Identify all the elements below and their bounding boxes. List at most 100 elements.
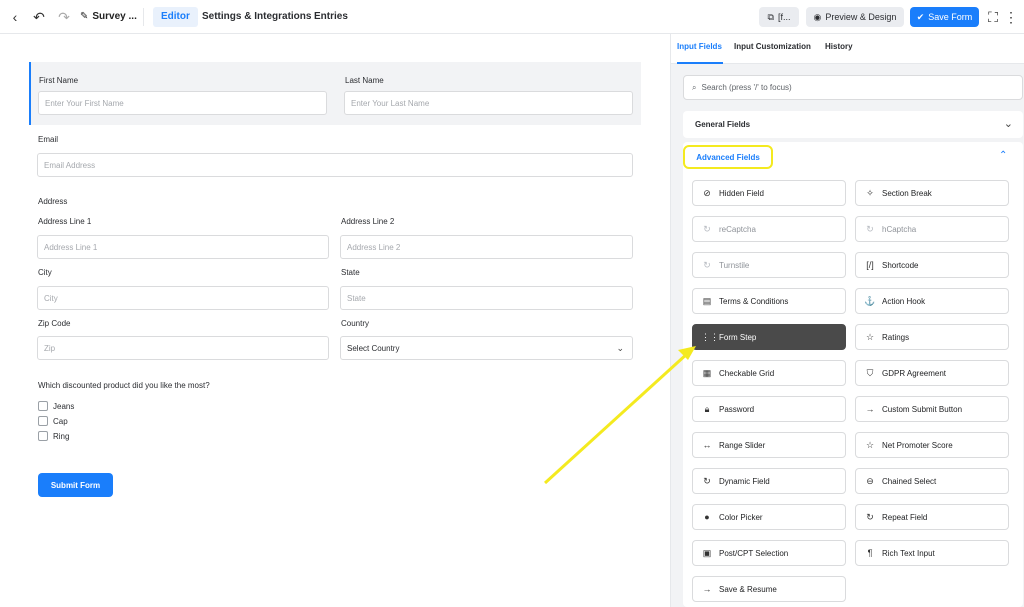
email-input[interactable]: Email Address [37, 153, 633, 177]
field-net-promoter-score[interactable]: ☆ Net Promoter Score [855, 432, 1009, 458]
address-label: Address [38, 197, 68, 206]
zip-label: Zip Code [38, 319, 71, 328]
form-step-icon: ⋮⋮ [701, 331, 719, 342]
field-post-cpt-selection[interactable]: ▣ Post/CPT Selection [692, 540, 846, 566]
zip-input[interactable]: Zip [37, 336, 329, 360]
country-label: Country [341, 319, 370, 328]
drop-icon: ● [704, 512, 710, 522]
search-icon: ⌕ [692, 82, 697, 92]
state-input[interactable]: State [340, 286, 633, 310]
field-terms-conditions[interactable]: ▤ Terms & Conditions [692, 288, 846, 314]
first-name-input[interactable]: Enter Your First Name [38, 91, 327, 115]
country-select[interactable]: Select Country ⌄ [340, 336, 633, 360]
eye-icon: ◉ [813, 11, 822, 22]
more-vertical-icon[interactable]: ⋮ [1004, 8, 1018, 26]
field-ratings[interactable]: ☆ Ratings [855, 324, 1009, 350]
field-hcaptcha[interactable]: ↻ hCaptcha [855, 216, 1009, 242]
eye-slash-icon: ⊘ [703, 187, 711, 198]
form-title[interactable]: ✎ Survey ... [80, 11, 137, 22]
question-label: Which discounted product did you like th… [38, 381, 210, 390]
field-hidden-field[interactable]: ⊘ Hidden Field [692, 180, 846, 206]
document-icon: ▤ [702, 295, 712, 306]
checkbox-box[interactable] [38, 431, 48, 441]
post-icon: ▣ [702, 547, 712, 558]
rich-text-icon: ¶ [867, 548, 873, 558]
email-label: Email [38, 135, 59, 144]
grid-icon: ▦ [702, 367, 712, 378]
field-rich-text-input[interactable]: ¶ Rich Text Input [855, 540, 1009, 566]
chevron-down-icon: ⌄ [616, 343, 624, 353]
tab-history[interactable]: History [825, 42, 853, 51]
state-label: State [341, 268, 360, 277]
address-line1-label: Address Line 1 [38, 217, 92, 226]
field-chained-select[interactable]: ⊖ Chained Select [855, 468, 1009, 494]
pencil-icon: ✎ [80, 11, 89, 22]
field-recaptcha[interactable]: ↻ reCaptcha [692, 216, 846, 242]
star-outline-icon: ☆ [865, 439, 875, 450]
recaptcha-icon: ↻ [703, 223, 711, 234]
field-shortcode[interactable]: [/] Shortcode [855, 252, 1009, 278]
field-custom-submit-button[interactable]: → Custom Submit Button [855, 396, 1009, 422]
chevron-left-icon[interactable]: ‹ [6, 8, 24, 26]
address-line2-label: Address Line 2 [341, 217, 395, 226]
shortcode-icon: [/] [866, 260, 874, 270]
field-section-break[interactable]: ✧ Section Break [855, 180, 1009, 206]
sidebar-tabs: Input Fields Input Customization History [671, 34, 1024, 64]
chevron-down-icon: ⌄ [1003, 118, 1013, 130]
address-line2-input[interactable]: Address Line 2 [340, 235, 633, 259]
chevron-up-icon[interactable]: ⌃ [999, 150, 1007, 161]
shield-icon: ⛉ [866, 367, 874, 378]
divider [143, 8, 144, 26]
preview-design-button[interactable]: ◉ Preview & Design [806, 7, 904, 27]
checkbox-ring[interactable]: Ring [38, 431, 69, 441]
checkbox-jeans[interactable]: Jeans [38, 401, 74, 411]
city-label: City [38, 268, 52, 277]
field-repeat-field[interactable]: ↻ Repeat Field [855, 504, 1009, 530]
field-form-step[interactable]: ⋮⋮ Form Step [692, 324, 846, 350]
redo-icon[interactable]: ↷ [55, 8, 73, 26]
field-range-slider[interactable]: ↔ Range Slider [692, 432, 846, 458]
field-action-hook[interactable]: ⚓ Action Hook [855, 288, 1009, 314]
puzzle-icon: ✧ [866, 187, 874, 198]
search-input[interactable]: ⌕ Search (press '/' to focus) [683, 75, 1023, 100]
checkbox-box[interactable] [38, 401, 48, 411]
fullscreen-icon[interactable]: ⛶ [984, 8, 1002, 26]
tab-input-fields[interactable]: Input Fields [677, 42, 722, 51]
submit-form-button[interactable]: Submit Form [38, 473, 113, 497]
tab-editor[interactable]: Editor [153, 7, 198, 27]
refresh-icon: ↻ [703, 475, 711, 486]
field-dynamic-field[interactable]: ↻ Dynamic Field [692, 468, 846, 494]
checkbox-box[interactable] [38, 416, 48, 426]
tab-entries[interactable]: Entries [306, 7, 356, 27]
slider-icon: ↔ [702, 440, 712, 450]
tab-settings-integrations[interactable]: Settings & Integrations [194, 7, 319, 27]
advanced-fields-header[interactable]: Advanced Fields [683, 145, 773, 169]
repeat-icon: ↻ [866, 511, 874, 522]
field-save-resume[interactable]: → Save & Resume [692, 576, 846, 602]
arrow-right-icon: → [702, 584, 712, 594]
active-tab-indicator [677, 62, 723, 64]
field-checkable-grid[interactable]: ▦ Checkable Grid [692, 360, 846, 386]
address-line1-input[interactable]: Address Line 1 [37, 235, 329, 259]
field-color-picker[interactable]: ● Color Picker [692, 504, 846, 530]
field-gdpr-agreement[interactable]: ⛉ GDPR Agreement [855, 360, 1009, 386]
copy-icon: ⧉ [767, 11, 774, 22]
link-icon: ⊖ [866, 475, 874, 486]
checkbox-cap[interactable]: Cap [38, 416, 68, 426]
undo-icon[interactable]: ↶ [30, 8, 48, 26]
city-input[interactable]: City [37, 286, 329, 310]
field-password[interactable]: 🔒︎ Password [692, 396, 846, 422]
save-form-button[interactable]: ✔ Save Form [910, 7, 979, 27]
lock-icon: 🔒︎ [704, 403, 710, 414]
top-bar: ‹ ↶ ↷ ✎ Survey ... Editor Settings & Inte… [0, 0, 1024, 34]
turnstile-icon: ↻ [703, 259, 711, 270]
first-name-label: First Name [39, 76, 79, 85]
last-name-label: Last Name [345, 76, 384, 85]
shortcode-button[interactable]: ⧉ [f... [759, 7, 799, 27]
last-name-input[interactable]: Enter Your Last Name [344, 91, 633, 115]
form-canvas: First Name Enter Your First Name Last Na… [0, 35, 670, 607]
general-fields-accordion[interactable]: General Fields ⌄ [683, 111, 1023, 138]
check-circle-icon: ✔ [916, 11, 925, 22]
tab-input-customization[interactable]: Input Customization [734, 42, 811, 51]
field-turnstile[interactable]: ↻ Turnstile [692, 252, 846, 278]
